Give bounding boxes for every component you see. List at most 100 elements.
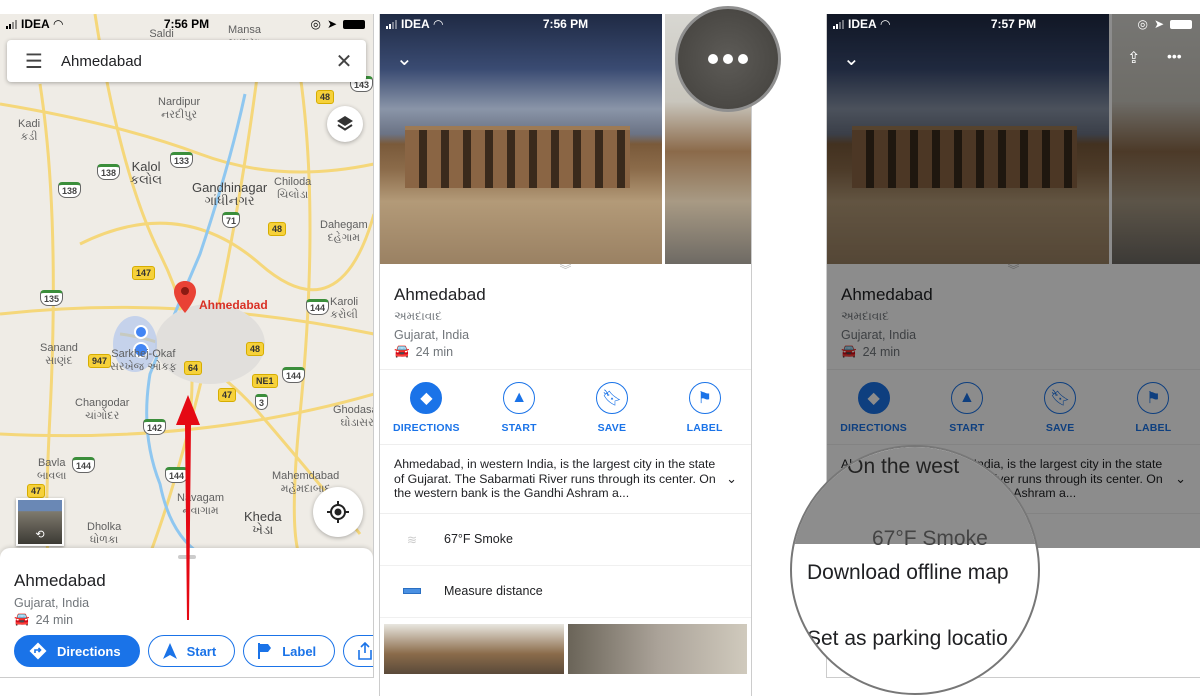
weather-text: 67°F Smoke [444,532,513,546]
rotate-360-icon: ⟲ [35,529,45,541]
map-label: Nardipur નરદીપુર [158,96,201,121]
navigation-arrow-icon [162,643,177,659]
start-button[interactable]: Start [147,635,236,667]
hamburger-icon[interactable]: ☰ [7,49,61,74]
highway-shield: 48 [246,342,265,356]
lens-menu-item-set-parking-location[interactable]: Set as parking locatio [807,627,1008,651]
collapse-chevron-icon[interactable]: ⌄ [396,46,413,71]
action-bar: ◆ DIRECTIONS ▲ START 🔖︎ SAVE ⚑ LABEL [380,369,751,445]
layers-button[interactable] [327,106,363,142]
place-photo-main[interactable] [380,14,662,264]
highway-shield: 144 [72,457,96,473]
share-button[interactable]: Sh [343,635,373,667]
status-bar: IDEA ◠ 7:57 PM ◎ ➤ [827,14,1200,34]
start-action[interactable]: ▲ START [479,382,559,434]
map-label: Gandhinagar ગાંધીનગર [192,180,268,208]
highway-shield: 47 [218,388,237,402]
lock-rotation-icon: ◎ [310,17,321,31]
search-input[interactable]: Ahmedabad [61,53,322,70]
lens-description-fragment: er. On the west [818,455,960,478]
directions-button[interactable]: Directions [14,635,140,667]
place-description[interactable]: Ahmedabad, in western India, is the larg… [380,445,751,514]
directions-label: Directions [57,643,121,659]
highway-shield: 133 [170,152,194,168]
ruler-icon [380,588,444,594]
pin-label: Ahmedabad [199,298,268,312]
my-location-button[interactable] [313,487,363,537]
action-label: DIRECTIONS [392,422,460,434]
share-icon [358,642,372,660]
highway-shield: 147 [132,266,156,280]
status-bar: IDEA ◠ 7:56 PM ◎ ➤ [0,14,373,34]
car-icon: 🚘 [14,612,30,626]
place-local-name: અમદાવાદ [394,309,442,323]
drive-time: 24 min [415,344,454,359]
map-label: Kadi કડી [18,118,41,143]
map-label: Karoli કરોલી [330,296,359,321]
car-icon: 🚘 [394,344,410,358]
measure-text: Measure distance [444,584,543,598]
close-icon[interactable]: ✕ [322,49,366,74]
map-label: Dahegam દહેગામ [320,219,368,244]
action-chips: Directions Start Label Sh [14,635,373,667]
description-text: Ahmedabad, in western India, is the larg… [394,457,716,500]
directions-action[interactable]: ◆ DIRECTIONS [386,382,466,434]
start-label: Start [186,643,217,659]
share-icon[interactable]: ⇪ [1127,48,1140,68]
more-horizontal-icon[interactable]: ••• [1167,48,1182,64]
photo-thumbnail[interactable] [567,623,747,674]
map-label: Bavla બાવલા [37,457,67,482]
magnifier-lens: er. On the west 67°F Smoke Download offl… [790,445,1040,695]
highway-shield: 138 [97,164,121,180]
street-view-thumbnail[interactable]: ⟲ [16,498,64,546]
battery-icon [343,19,365,29]
highway-shield: 142 [143,419,167,435]
highway-shield: 64 [184,361,203,375]
navigation-arrow-icon: ▲ [503,382,536,414]
place-card: ︾ Ahmedabad અમદાવાદ Gujarat, India 🚘 24 m… [380,264,751,696]
directions-icon [29,642,47,660]
highway-shield: 138 [58,182,82,198]
action-label: SAVE [597,422,627,434]
label-label: Label [282,643,317,659]
expand-chevron-icon[interactable]: ⌄ [726,471,737,487]
location-services-icon: ➤ [326,17,337,31]
label-action[interactable]: ⚑ LABEL [665,382,745,434]
map-label: Kalol કલોલ [130,159,163,187]
collapse-chevron-icon[interactable]: ⌄ [843,46,860,71]
red-annotation-arrow [176,395,200,620]
highway-shield: 48 [316,90,335,104]
smoke-icon: ≋ [406,532,418,547]
weather-row: ≋ 67°F Smoke [380,514,751,566]
map-label: Dholka ધોળકા [87,521,122,546]
highway-shield: 71 [222,212,241,228]
map-label: Changodar ચાંગોદર [75,397,130,422]
more-horizontal-icon [708,54,748,64]
action-label: START [501,422,537,434]
highway-shield: 48 [268,222,287,236]
crosshair-icon [327,501,349,523]
flag-icon [258,643,272,659]
map-label: Chiloda ચિલોડા [274,176,312,201]
lens-menu-item-download-offline-map[interactable]: Download offline map [807,561,1009,585]
layers-icon [337,116,353,131]
highway-shield: 3 [255,394,269,410]
sheet-chevron-icon[interactable]: ︾ [380,264,751,278]
label-button[interactable]: Label [243,635,336,667]
phone-place-details: IDEA ◠ 7:56 PM ⌄ ︾ Ahmedabad અમદાવાદ Guja… [379,14,752,696]
lens-weather-fragment: 67°F Smoke [872,527,988,550]
photo-thumbnail[interactable] [384,623,564,674]
lock-rotation-icon: ◎ [1137,17,1148,31]
drive-time: 24 min [35,612,74,627]
battery-icon [1170,19,1192,29]
map-label: Ghodasarઘોડાસર [333,404,374,429]
measure-distance-row[interactable]: Measure distance [380,566,751,618]
map-label: Sarkhej-Okaf સરખેજ ઓકફ [110,348,177,373]
map-label: Sanand સાણંદ [40,342,78,367]
more-options-magnified[interactable] [675,6,781,112]
save-action[interactable]: 🔖︎ SAVE [572,382,652,434]
search-bar[interactable]: ☰ Ahmedabad ✕ [7,40,366,82]
highway-shield: 144 [282,367,306,383]
location-pin-icon[interactable] [174,281,196,313]
location-services-icon: ➤ [1153,17,1164,31]
